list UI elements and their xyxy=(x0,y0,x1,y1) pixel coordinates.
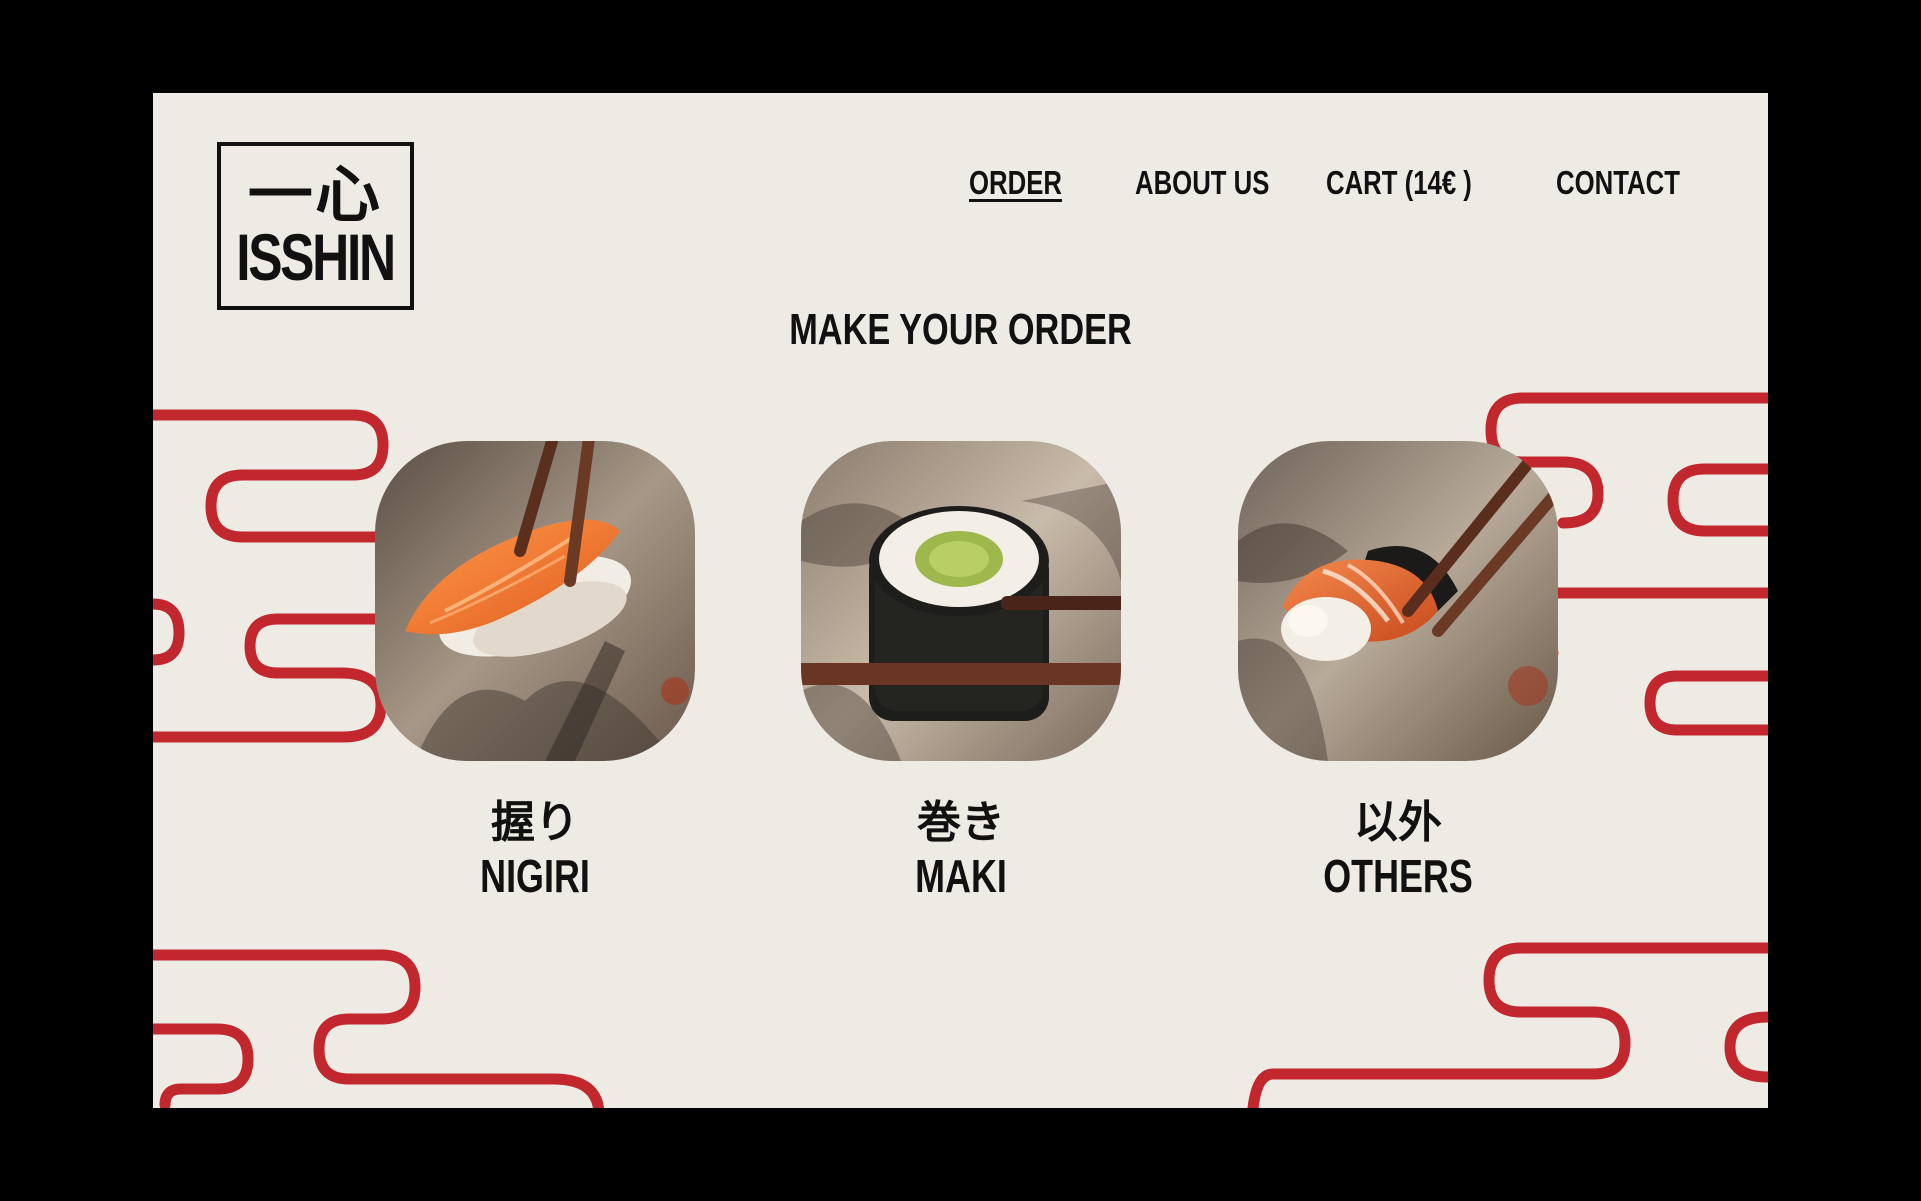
cloud-line-left-5 xyxy=(153,1023,254,1108)
category-label-en-maki: MAKI xyxy=(915,850,1007,902)
cloud-line-left-3 xyxy=(153,613,391,743)
nav-cart-label: CART (14€ ) xyxy=(1326,164,1472,201)
cloud-line-right-2 xyxy=(1667,463,1768,537)
page: 一心 ISSHIN ORDER ABOUT US CART (14€ ) CON… xyxy=(153,93,1768,1108)
nav-contact-link[interactable]: CONTACT xyxy=(1556,153,1680,213)
nav-order-label: ORDER xyxy=(969,164,1062,201)
nav-contact-label: CONTACT xyxy=(1556,164,1680,201)
category-label-en-nigiri: NIGIRI xyxy=(480,850,590,902)
category-label-jp-nigiri: 握り xyxy=(491,797,579,848)
category-card-others[interactable]: 以外 OTHERS xyxy=(1238,441,1558,903)
category-label-jp-maki: 巻き xyxy=(917,797,1005,848)
category-card-nigiri[interactable]: 握り NIGIRI xyxy=(375,441,695,903)
maki-photo[interactable] xyxy=(801,441,1121,761)
cloud-line-right-3 xyxy=(1517,587,1768,659)
others-photo[interactable] xyxy=(1238,441,1558,761)
cloud-line-left-2 xyxy=(153,598,185,666)
cloud-line-right-5 xyxy=(1247,942,1768,1108)
cloud-line-right-4 xyxy=(1644,670,1768,736)
brand-logo-text: ISSHIN xyxy=(236,220,397,294)
main-navigation: ORDER ABOUT US CART (14€ ) CONTACT xyxy=(153,153,1768,213)
page-title: MAKE YOUR ORDER xyxy=(789,305,1132,354)
cloud-line-right-6 xyxy=(1724,1011,1768,1083)
nav-order-link[interactable]: ORDER xyxy=(969,153,1062,213)
cloud-line-left-1 xyxy=(153,409,409,543)
nav-about-link[interactable]: ABOUT US xyxy=(1135,153,1269,213)
nigiri-photo[interactable] xyxy=(375,441,695,761)
category-label-en-others: OTHERS xyxy=(1323,850,1473,902)
nav-about-label: ABOUT US xyxy=(1135,164,1270,201)
category-card-maki[interactable]: 巻き MAKI xyxy=(801,441,1121,903)
cloud-line-left-4 xyxy=(153,949,604,1108)
nav-cart-link[interactable]: CART (14€ ) xyxy=(1326,153,1472,213)
category-label-jp-others: 以外 xyxy=(1354,797,1442,848)
